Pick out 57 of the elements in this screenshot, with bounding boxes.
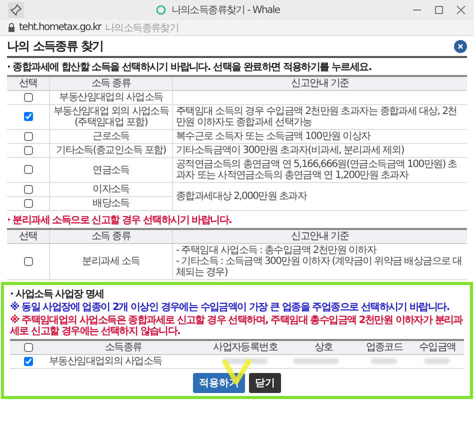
app-icon <box>156 5 166 15</box>
lock-icon <box>8 23 15 32</box>
income-type-cell: 배당소득 <box>50 196 172 210</box>
column-header: 선택 <box>7 229 50 244</box>
income-type-cell: 기타소득(종교인소득 포함) <box>50 144 172 158</box>
section-title: · 사업소득 사업장 명세 <box>10 288 105 302</box>
dialog-title: 나의 소득종류 찾기 <box>7 38 104 54</box>
pin-icon[interactable] <box>8 2 24 18</box>
select-all-checkbox[interactable] <box>24 342 32 352</box>
maximize-icon[interactable] <box>434 5 444 15</box>
window-title: 나의소득종류찾기 - Whale <box>171 4 280 17</box>
income-checkbox[interactable] <box>24 184 32 194</box>
redacted-mark <box>371 358 398 364</box>
criteria-cell: 복수근로 소득자 또는 소득금액 100만원 이상자 <box>176 131 370 142</box>
criteria-cell: 종합과세대상 2,000만원 초과자 <box>176 191 307 202</box>
column-header: 업종코드 <box>358 340 411 354</box>
section-note: · 분리과세 소득으로 신고할 경우 선택하시기 바랍니다. <box>7 214 232 228</box>
income-type-cell: 부동산임대업 외의 사업소득 (주택임대업 포함) <box>50 104 172 130</box>
column-header: 소득 종류 <box>50 76 172 90</box>
income-checkbox[interactable] <box>24 132 32 141</box>
notice-text: ※ 동일 사업장에 업종이 2개 이상인 경우에는 수입금액이 가장 큰 업종을 주업종으로 선택하시기 바랍니다. <box>10 302 450 313</box>
income-checkbox[interactable] <box>24 256 32 266</box>
page-name: 나의소득종류찾기 <box>104 22 179 34</box>
income-checkbox[interactable] <box>24 198 32 208</box>
notice-text: ※ 주택임대업의 사업소득은 종합과세로 신고할 경우 선택하며, 주택임대 총수입금액 2천만원 이하자가 분리과세로 신고할 경우에는 선택하지 않습니다. <box>10 315 464 337</box>
income-type-cell: 부동산임대업의 사업소득 <box>50 90 172 104</box>
income-checkbox[interactable] <box>24 112 32 122</box>
column-header: 수입금액 <box>410 340 464 354</box>
criteria-line: - 주택임대 사업소득 : 총수입금액 2천만원 이하자 <box>176 245 378 256</box>
income-checkbox[interactable] <box>24 146 32 155</box>
business-checkbox[interactable] <box>24 356 32 366</box>
income-checkbox[interactable] <box>24 165 32 174</box>
criteria-cell: 공적연금소득의 총연금액 연 5,166,666원(연금소득금액 100만원) 초과자 또는 사적연금소득의 총연금액 연 1,200만원 초과자 <box>176 159 457 181</box>
url-domain: teht.hometax.go.kr <box>19 22 101 33</box>
column-header: 사업자등록번호 <box>200 340 290 354</box>
close-icon[interactable] <box>456 5 466 15</box>
redacted-mark <box>292 358 339 364</box>
income-type-cell: 연금소득 <box>50 158 172 182</box>
column-header: 소득종류 <box>46 340 201 354</box>
income-type-cell: 부동산임대업외의 사업소득 <box>46 354 201 368</box>
criteria-cell: 주택임대 소득의 경우 수입금액 2천만원 초과자는 종합과세 대상, 2천만원 이하자도 종합과세 선택가능 <box>176 106 457 128</box>
income-type-cell: 이자소득 <box>50 182 172 196</box>
close-button[interactable]: 닫기 <box>249 373 281 393</box>
apply-button[interactable]: 적용하기 <box>193 373 245 393</box>
column-header: 상호 <box>290 340 358 354</box>
criteria-cell: 기타소득금액이 300만원 초과자(비과세, 분리과세 제외) <box>176 145 404 156</box>
column-header: 선택 <box>7 76 50 90</box>
close-icon[interactable] <box>454 40 467 52</box>
income-type-cell: 근로소득 <box>50 130 172 144</box>
income-checkbox[interactable] <box>24 92 32 102</box>
redacted-mark <box>424 358 450 364</box>
section-note: · 종합과세에 합산할 소득을 선택하시기 바랍니다. 선택을 완료하면 적용하기를 누르세요. <box>7 61 372 75</box>
column-header: 신고안내 기준 <box>172 229 467 244</box>
income-type-cell: 분리과세 소득 <box>50 244 172 280</box>
criteria-line: - 기타소득 : 소득금액 300만원 이하자 (계약금이 위약금 배상금으로 대체되는 경우) <box>176 256 463 278</box>
column-header: 신고안내 기준 <box>172 76 467 90</box>
column-header: 소득 종류 <box>50 229 172 244</box>
